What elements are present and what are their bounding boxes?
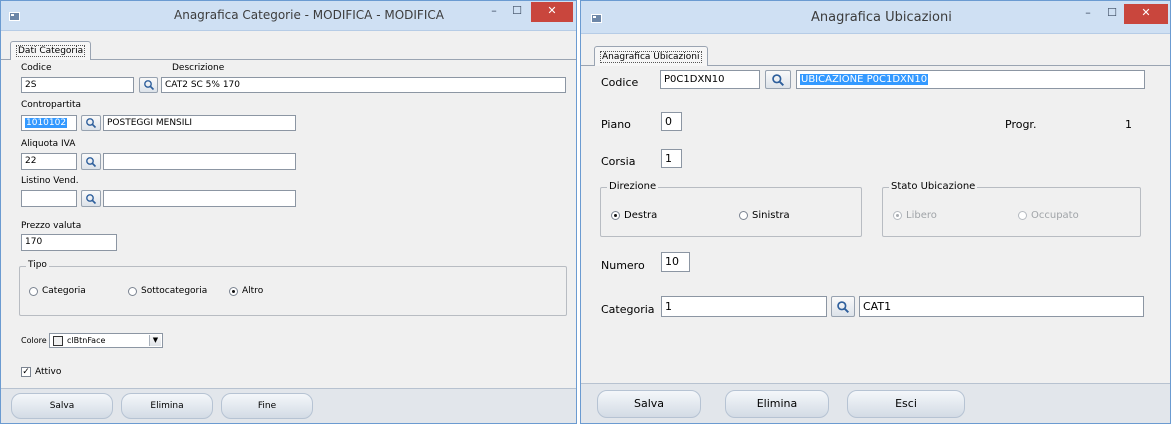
chevron-down-icon[interactable]: ▼ — [149, 335, 161, 346]
colore-combo[interactable]: clBtnFace ▼ — [49, 333, 163, 348]
search-icon — [86, 193, 97, 204]
stato-ubicazione-groupbox: Stato Ubicazione Libero Occupato — [882, 181, 1141, 237]
descrizione-input[interactable]: CAT2 SC 5% 170 — [161, 77, 566, 93]
radio-indicator — [893, 211, 902, 220]
tipo-radio-categoria[interactable]: Categoria — [29, 286, 86, 296]
categoria-desc-input[interactable]: CAT1 — [859, 296, 1144, 317]
panel-anagrafica-ubicazioni: Codice P0C1DXN10 UBICAZIONE P0C1DXN10 Pi… — [581, 66, 1170, 384]
button-bar: Salva Elimina Fine — [1, 388, 576, 423]
radio-indicator — [128, 286, 137, 296]
window-title: Anagrafica Ubicazioni — [811, 10, 952, 25]
contropartita-desc-input[interactable]: POSTEGGI MENSILI — [103, 115, 296, 131]
listino-vend-input[interactable] — [21, 190, 77, 207]
title-bar: Anagrafica Categorie - MODIFICA - MODIFI… — [1, 1, 576, 31]
piano-label: Piano — [601, 118, 631, 131]
descrizione-label: Descrizione — [172, 63, 225, 73]
direzione-groupbox: Direzione Destra Sinistra — [600, 181, 862, 237]
tab-strip: Dati Categoria — [1, 38, 576, 60]
direzione-radio-destra[interactable]: Destra — [611, 210, 657, 221]
direzione-radio-sinistra[interactable]: Sinistra — [739, 210, 790, 221]
app-icon — [9, 12, 20, 21]
listino-vend-label: Listino Vend. — [21, 176, 79, 186]
stato-ubicazione-group-title: Stato Ubicazione — [889, 181, 978, 192]
search-icon — [772, 73, 784, 86]
aliquota-iva-label: Aliquota IVA — [21, 139, 76, 149]
minimize-button[interactable]: – — [483, 2, 505, 22]
codice-lookup-button[interactable] — [765, 70, 791, 89]
tab-strip: Anagrafica Ubicazioni — [581, 44, 1170, 67]
app-icon — [591, 14, 602, 23]
close-button[interactable]: ✕ — [1124, 4, 1168, 24]
radio-indicator — [229, 286, 238, 296]
tipo-radio-sottocategoria[interactable]: Sottocategoria — [128, 286, 207, 296]
radio-indicator — [29, 286, 38, 296]
progr-value: 1 — [1125, 118, 1132, 131]
aliquota-iva-lookup-button[interactable] — [81, 153, 101, 170]
contropartita-lookup-button[interactable] — [81, 115, 101, 131]
tab-dati-categoria[interactable]: Dati Categoria — [10, 41, 92, 60]
button-bar: Salva Elimina Esci — [581, 383, 1170, 423]
attivo-checkbox[interactable]: ✓ Attivo — [21, 367, 61, 377]
salva-button[interactable]: Salva — [597, 390, 701, 418]
radio-indicator — [739, 211, 748, 220]
categoria-label: Categoria — [601, 303, 655, 316]
numero-label: Numero — [601, 259, 645, 272]
search-icon — [837, 300, 849, 313]
contropartita-input[interactable]: 1010102 — [21, 115, 77, 131]
listino-vend-lookup-button[interactable] — [81, 190, 101, 207]
codice-input[interactable]: P0C1DXN10 — [660, 70, 760, 89]
colore-value: clBtnFace — [67, 336, 106, 345]
codice-lookup-button[interactable] — [139, 77, 158, 93]
tipo-group-title: Tipo — [26, 260, 49, 270]
codice-desc-input[interactable]: UBICAZIONE P0C1DXN10 — [796, 70, 1145, 89]
stato-radio-libero: Libero — [893, 210, 937, 221]
esci-button[interactable]: Esci — [847, 390, 965, 418]
codice-input[interactable]: 2S — [21, 77, 134, 93]
elimina-button[interactable]: Elimina — [121, 393, 213, 419]
piano-input[interactable]: 0 — [661, 112, 682, 131]
title-bar: Anagrafica Ubicazioni – ☐ ✕ — [581, 1, 1170, 34]
radio-indicator — [611, 211, 620, 220]
window-anagrafica-ubicazioni: Anagrafica Ubicazioni – ☐ ✕ Anagrafica U… — [580, 0, 1171, 424]
corsia-label: Corsia — [601, 155, 636, 168]
maximize-button[interactable]: ☐ — [1101, 4, 1123, 24]
search-icon — [86, 156, 97, 167]
codice-label: Codice — [601, 76, 639, 89]
contropartita-label: Contropartita — [21, 100, 82, 110]
panel-dati-categoria: Codice Descrizione 2S CAT2 SC 5% 170 Con… — [1, 60, 576, 390]
corsia-input[interactable]: 1 — [661, 149, 682, 168]
codice-label: Codice — [21, 63, 52, 73]
search-icon — [86, 118, 97, 129]
search-icon — [143, 80, 154, 91]
aliquota-iva-input[interactable]: 22 — [21, 153, 77, 170]
prezzo-valuta-label: Prezzo valuta — [21, 221, 82, 231]
listino-vend-desc-input[interactable] — [103, 190, 296, 207]
tipo-groupbox: Tipo Categoria Sottocategoria Altro — [19, 260, 567, 316]
aliquota-iva-desc-input[interactable] — [103, 153, 296, 170]
categoria-input[interactable]: 1 — [661, 296, 827, 317]
colore-label: Colore — [21, 336, 47, 345]
checkmark-icon: ✓ — [21, 367, 31, 377]
numero-input[interactable]: 10 — [661, 252, 690, 272]
maximize-button[interactable]: ☐ — [506, 2, 528, 22]
radio-indicator — [1018, 211, 1027, 220]
salva-button[interactable]: Salva — [11, 393, 113, 419]
stato-radio-occupato: Occupato — [1018, 210, 1079, 221]
color-swatch — [53, 336, 63, 346]
tab-anagrafica-ubicazioni[interactable]: Anagrafica Ubicazioni — [594, 46, 708, 67]
prezzo-valuta-input[interactable]: 170 — [21, 234, 117, 251]
direzione-group-title: Direzione — [607, 181, 659, 192]
fine-button[interactable]: Fine — [221, 393, 313, 419]
close-button[interactable]: ✕ — [531, 2, 573, 22]
tipo-radio-altro[interactable]: Altro — [229, 286, 263, 296]
elimina-button[interactable]: Elimina — [725, 390, 829, 418]
progr-label: Progr. — [1005, 118, 1037, 131]
window-title: Anagrafica Categorie - MODIFICA - MODIFI… — [174, 8, 444, 22]
categoria-lookup-button[interactable] — [831, 296, 855, 317]
window-anagrafica-categorie: Anagrafica Categorie - MODIFICA - MODIFI… — [0, 0, 577, 424]
minimize-button[interactable]: – — [1077, 4, 1099, 24]
